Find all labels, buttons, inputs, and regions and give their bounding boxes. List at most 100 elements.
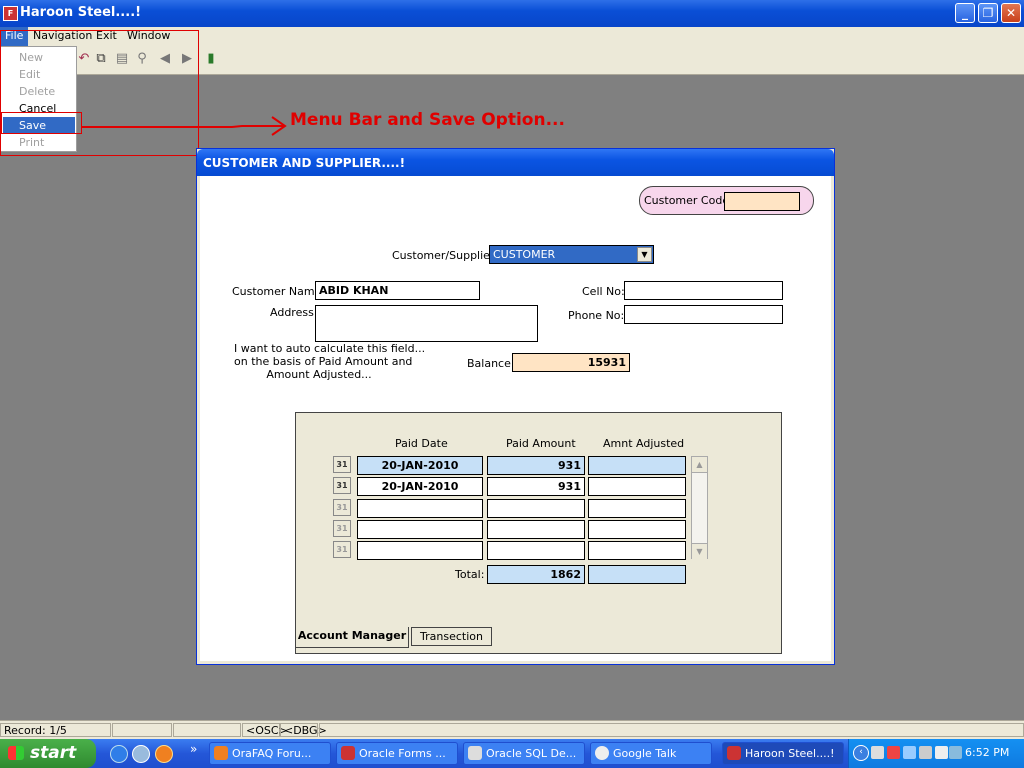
- calc-note-line-1: I want to auto calculate this field...: [234, 342, 426, 355]
- row-2-paid-date[interactable]: 20-JAN-2010: [357, 477, 483, 496]
- maximize-button[interactable]: ❐: [978, 3, 998, 23]
- calc-note-line-2: on the basis of Paid Amount and: [234, 355, 413, 368]
- task-label: Oracle SQL De...: [486, 747, 577, 760]
- payments-grid-panel: Paid Date Paid Amount Amnt Adjusted 31 2…: [295, 412, 782, 654]
- internet-explorer-icon[interactable]: [110, 745, 128, 763]
- task-oracle-sql[interactable]: Oracle SQL De...: [463, 742, 585, 765]
- app-icon: F: [3, 6, 18, 21]
- start-button[interactable]: start: [0, 739, 96, 768]
- total-paid-amount[interactable]: 1862: [487, 565, 585, 584]
- row-3-paid-amount[interactable]: [487, 499, 585, 518]
- cell-no-label: Cell No:: [582, 285, 625, 298]
- status-cell-3: [173, 723, 241, 737]
- download-icon[interactable]: [935, 746, 948, 759]
- calendar-icon[interactable]: 31: [333, 541, 351, 558]
- sql-developer-icon: [468, 746, 482, 760]
- chevron-down-icon[interactable]: ▼: [637, 247, 652, 262]
- app-title-bar[interactable]: F Haroon Steel....! _ ❐ ✕: [0, 0, 1024, 27]
- status-message: [319, 723, 1024, 737]
- task-google-talk[interactable]: Google Talk: [590, 742, 712, 765]
- row-1-paid-amount[interactable]: 931: [487, 456, 585, 475]
- row-1-amnt-adjusted[interactable]: [588, 456, 686, 475]
- task-label: Haroon Steel....!: [745, 747, 835, 760]
- monitor-icon[interactable]: [903, 746, 916, 759]
- form-window: CUSTOMER AND SUPPLIER....! Customer Code…: [196, 148, 835, 665]
- display-icon[interactable]: [949, 746, 962, 759]
- calc-note: I want to auto calculate this field... o…: [234, 342, 426, 381]
- row-5-amnt-adjusted[interactable]: [588, 541, 686, 560]
- customer-name-input[interactable]: ABID KHAN: [315, 281, 480, 300]
- balance-label: Balance:: [467, 357, 515, 370]
- task-label: Google Talk: [613, 747, 677, 760]
- calendar-icon[interactable]: 31: [333, 477, 351, 494]
- network-icon[interactable]: [871, 746, 884, 759]
- task-orafaq[interactable]: OraFAQ Foru...: [209, 742, 331, 765]
- taskbar: start » OraFAQ Foru... Oracle Forms ... …: [0, 739, 1024, 768]
- tab-transection[interactable]: Transection: [411, 627, 492, 646]
- scroll-up-icon[interactable]: ▲: [692, 457, 707, 473]
- row-3-paid-date[interactable]: [357, 499, 483, 518]
- chat-bubble-icon: [595, 746, 609, 760]
- annotation-arrow: [82, 116, 287, 136]
- exit-door-icon[interactable]: ▮: [203, 51, 219, 67]
- media-player-icon[interactable]: [132, 745, 150, 763]
- form-title-bar[interactable]: CUSTOMER AND SUPPLIER....!: [197, 149, 834, 176]
- firefox-icon[interactable]: [155, 745, 173, 763]
- row-2-paid-amount[interactable]: 931: [487, 477, 585, 496]
- calendar-icon[interactable]: 31: [333, 456, 351, 473]
- start-label: start: [30, 743, 77, 763]
- oracle-forms-icon: [341, 746, 355, 760]
- row-2-amnt-adjusted[interactable]: [588, 477, 686, 496]
- app-title: Haroon Steel....!: [20, 5, 142, 20]
- phone-no-input[interactable]: [624, 305, 783, 324]
- tray-expand-icon[interactable]: ‹: [853, 745, 869, 761]
- annotation-save-box: [1, 112, 82, 134]
- row-4-amnt-adjusted[interactable]: [588, 520, 686, 539]
- task-haroon-steel[interactable]: Haroon Steel....!: [722, 742, 844, 765]
- annotation-text: Menu Bar and Save Option...: [290, 110, 565, 130]
- header-paid-date: Paid Date: [395, 437, 448, 450]
- total-amnt-adjusted[interactable]: [588, 565, 686, 584]
- status-bar: Record: 1/5 <OSC> <DBG>: [0, 720, 1024, 739]
- firefox-icon: [214, 746, 228, 760]
- row-3-amnt-adjusted[interactable]: [588, 499, 686, 518]
- close-button[interactable]: ✕: [1001, 3, 1021, 23]
- task-label: Oracle Forms ...: [359, 747, 446, 760]
- header-amnt-adjusted: Amnt Adjusted: [603, 437, 685, 450]
- clock: 6:52 PM: [965, 746, 1010, 759]
- oracle-forms-icon: [727, 746, 741, 760]
- chevron-double-icon[interactable]: »: [190, 742, 197, 756]
- row-5-paid-amount[interactable]: [487, 541, 585, 560]
- scroll-down-icon[interactable]: ▼: [692, 543, 707, 559]
- calendar-icon[interactable]: 31: [333, 499, 351, 516]
- row-4-paid-amount[interactable]: [487, 520, 585, 539]
- tab-account-manager[interactable]: Account Manager: [295, 627, 409, 648]
- calc-note-line-3: Amount Adjusted...: [266, 368, 372, 381]
- antivirus-icon[interactable]: [887, 746, 900, 759]
- customer-code-label: Customer Code:: [644, 194, 733, 207]
- form-title: CUSTOMER AND SUPPLIER....!: [203, 156, 406, 170]
- cell-no-input[interactable]: [624, 281, 783, 300]
- grid-scrollbar[interactable]: ▲ ▼: [691, 456, 708, 559]
- calendar-icon[interactable]: 31: [333, 520, 351, 537]
- status-cell-2: [112, 723, 172, 737]
- row-4-paid-date[interactable]: [357, 520, 483, 539]
- task-label: OraFAQ Foru...: [232, 747, 312, 760]
- customer-supplier-select[interactable]: CUSTOMER: [489, 245, 654, 264]
- balance-input[interactable]: 15931: [512, 353, 630, 372]
- minimize-button[interactable]: _: [955, 3, 975, 23]
- status-dbg: <DBG>: [280, 723, 327, 737]
- row-5-paid-date[interactable]: [357, 541, 483, 560]
- header-paid-amount: Paid Amount: [506, 437, 576, 450]
- address-label: Address:: [270, 306, 318, 319]
- address-input[interactable]: [315, 305, 538, 342]
- task-oracle-forms[interactable]: Oracle Forms ...: [336, 742, 458, 765]
- status-osc: <OSC>: [242, 723, 288, 737]
- system-tray: ‹ 6:52 PM: [848, 739, 1024, 768]
- total-label: Total:: [455, 568, 485, 581]
- customer-code-input[interactable]: [724, 192, 800, 211]
- row-1-paid-date[interactable]: 20-JAN-2010: [357, 456, 483, 475]
- status-record: Record: 1/5: [0, 723, 111, 737]
- usb-icon[interactable]: [919, 746, 932, 759]
- customer-code-group: Customer Code:: [639, 186, 814, 215]
